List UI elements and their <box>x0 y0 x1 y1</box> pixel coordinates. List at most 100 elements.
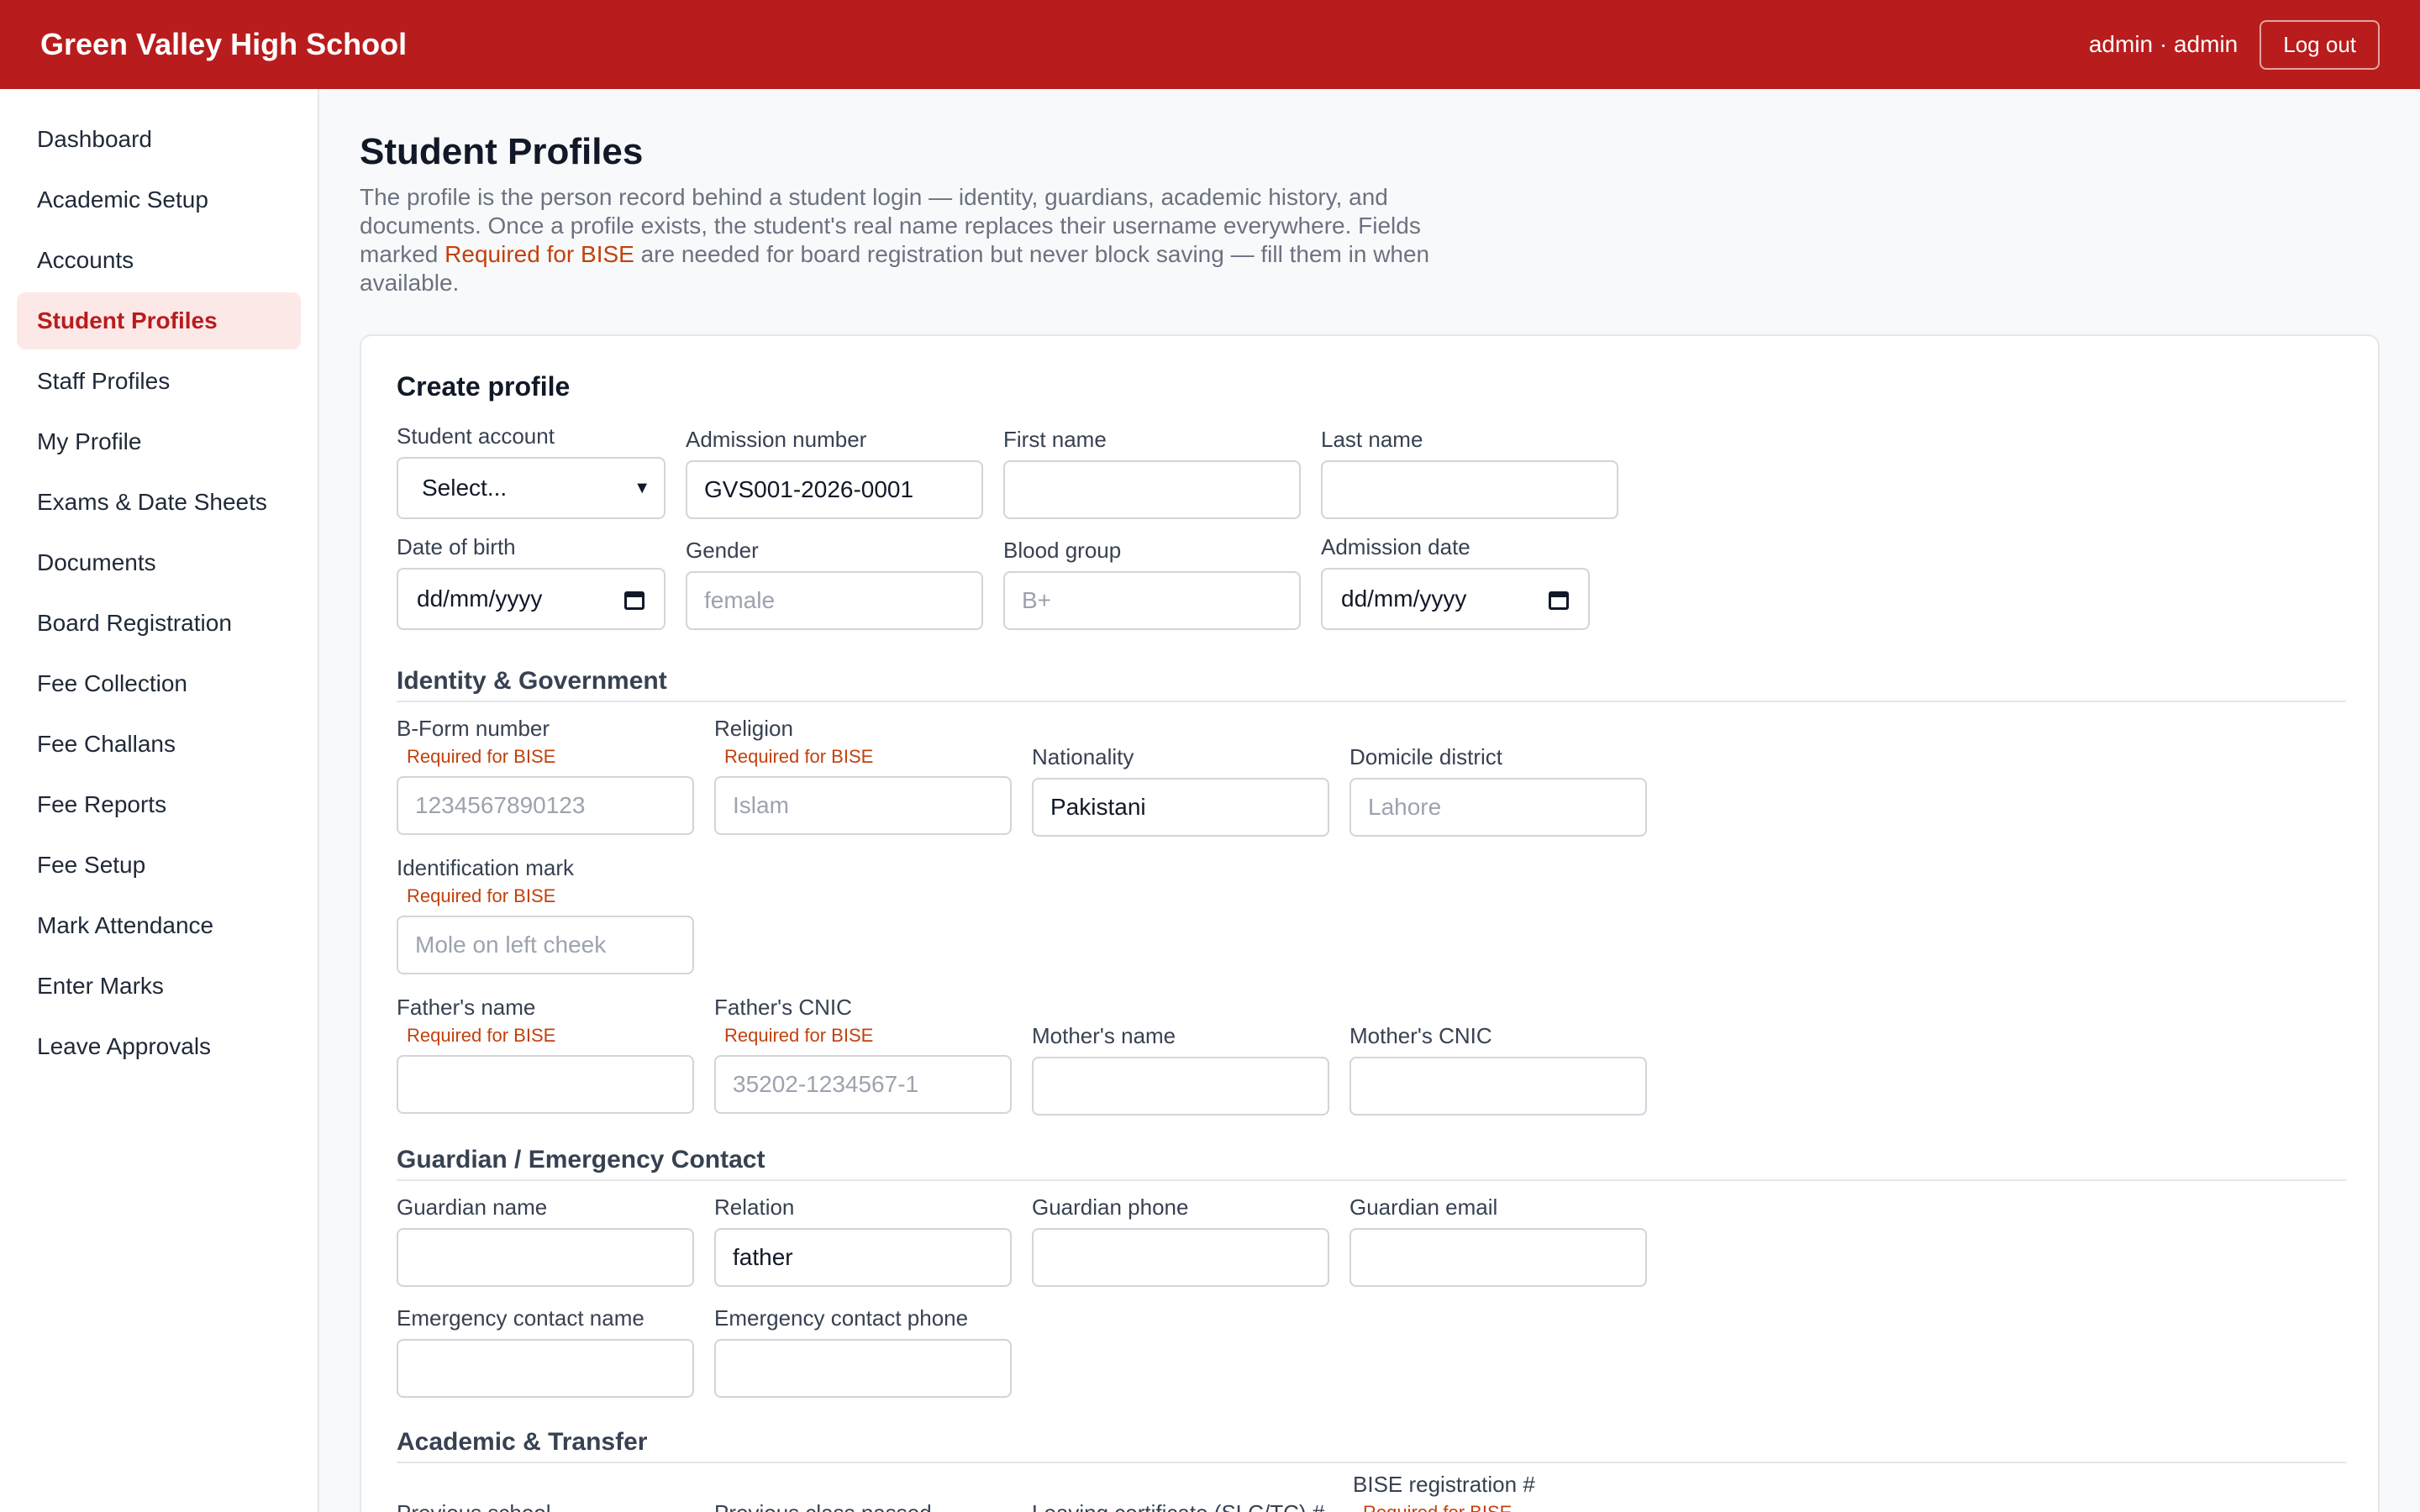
page-intro: The profile is the person record behind … <box>360 183 1444 297</box>
admission-date-input[interactable]: dd/mm/yyyy <box>1321 568 1590 630</box>
field-label: Previous class passed <box>714 1500 932 1512</box>
previous-school-field: Previous school <box>397 1500 551 1512</box>
calendar-icon[interactable] <box>623 588 645 610</box>
religion-input[interactable] <box>714 776 1012 835</box>
field-label: Admission number <box>686 427 867 452</box>
user-label: admin · admin <box>2088 31 2238 57</box>
sidebar-item-leave-approvals[interactable]: Leave Approvals <box>17 1018 301 1075</box>
sidebar-item-fee-reports[interactable]: Fee Reports <box>17 776 301 833</box>
section-academic-title: Academic & Transfer <box>397 1428 2346 1463</box>
field-label: Domicile district <box>1349 744 1503 769</box>
field-label: Date of birth <box>397 534 516 559</box>
user-area: admin · admin Log out <box>2088 19 2380 70</box>
emergency-name-input[interactable] <box>397 1339 694 1398</box>
sidebar-item-fee-challans[interactable]: Fee Challans <box>17 716 301 773</box>
sidebar-item-staff-profiles[interactable]: Staff Profiles <box>17 353 301 410</box>
guardian-name-input[interactable] <box>397 1228 694 1287</box>
intro-bise-highlight: Required for BISE <box>445 241 634 267</box>
field-label: Nationality <box>1032 744 1134 769</box>
dob-input[interactable]: dd/mm/yyyy <box>397 568 666 630</box>
father-cnic-input[interactable] <box>714 1055 1012 1114</box>
bise-required-badge: Required for BISE <box>407 885 556 906</box>
section-guardian-title: Guardian / Emergency Contact <box>397 1146 2346 1181</box>
identification-mark-input[interactable] <box>397 916 694 974</box>
blood-group-field: Blood group <box>1003 538 1301 630</box>
school-name: Green Valley High School <box>40 27 408 61</box>
sidebar-item-fee-setup[interactable]: Fee Setup <box>17 837 301 894</box>
top-bar: Green Valley High School admin · admin L… <box>0 0 2420 89</box>
field-label: Relation <box>714 1194 795 1220</box>
sidebar-item-fee-collection[interactable]: Fee Collection <box>17 655 301 712</box>
relation-input[interactable] <box>714 1228 1012 1287</box>
field-label: First name <box>1003 427 1107 452</box>
relation-field: Relation <box>714 1194 1012 1287</box>
sidebar-item-dashboard[interactable]: Dashboard <box>17 111 301 168</box>
mother-cnic-input[interactable] <box>1349 1057 1647 1116</box>
admission-number-field: Admission number <box>686 427 983 519</box>
guardian-name-field: Guardian name <box>397 1194 694 1287</box>
bise-required-badge: Required for BISE <box>407 746 556 767</box>
bform-input[interactable] <box>397 776 694 835</box>
field-label: Emergency contact phone <box>714 1305 969 1331</box>
select-value: Select... <box>422 475 508 501</box>
admission-number-input[interactable] <box>686 460 983 519</box>
field-label: Admission date <box>1321 534 1470 559</box>
guardian-phone-input[interactable] <box>1032 1228 1329 1287</box>
gender-input[interactable] <box>686 571 983 630</box>
religion-field: Religion Required for BISE <box>714 716 1012 835</box>
field-label: Blood group <box>1003 538 1122 563</box>
student-account-field: Student account Select... ▼ <box>397 423 666 519</box>
sidebar: Dashboard Academic Setup Accounts Studen… <box>0 89 319 1512</box>
chevron-down-icon: ▼ <box>634 478 650 497</box>
calendar-icon[interactable] <box>1548 588 1570 610</box>
last-name-field: Last name <box>1321 427 1618 519</box>
field-label: Previous school <box>397 1500 551 1512</box>
last-name-input[interactable] <box>1321 460 1618 519</box>
first-name-field: First name <box>1003 427 1301 519</box>
date-value: dd/mm/yyyy <box>417 585 543 612</box>
sidebar-item-exams-date-sheets[interactable]: Exams & Date Sheets <box>17 474 301 531</box>
field-label: Father's name <box>397 995 536 1020</box>
nationality-field: Nationality <box>1032 744 1329 837</box>
guardian-email-field: Guardian email <box>1349 1194 1647 1287</box>
field-label: Mother's name <box>1032 1023 1176 1048</box>
bise-registration-field: BISE registration # Required for BISE <box>1353 1472 1535 1512</box>
father-name-input[interactable] <box>397 1055 694 1114</box>
emergency-name-field: Emergency contact name <box>397 1305 694 1398</box>
field-label: Religion <box>714 716 793 741</box>
student-account-select[interactable]: Select... ▼ <box>397 457 666 519</box>
sidebar-item-enter-marks[interactable]: Enter Marks <box>17 958 301 1015</box>
domicile-field: Domicile district <box>1349 744 1647 837</box>
bise-required-badge: Required for BISE <box>724 746 874 767</box>
admission-date-field: Admission date dd/mm/yyyy <box>1321 534 1590 630</box>
sidebar-item-board-registration[interactable]: Board Registration <box>17 595 301 652</box>
field-label: Emergency contact name <box>397 1305 644 1331</box>
nationality-input[interactable] <box>1032 778 1329 837</box>
bise-required-badge: Required for BISE <box>724 1025 874 1046</box>
sidebar-item-academic-setup[interactable]: Academic Setup <box>17 171 301 228</box>
identification-mark-field: Identification mark Required for BISE <box>397 855 694 974</box>
previous-class-field: Previous class passed <box>714 1500 932 1512</box>
sidebar-item-my-profile[interactable]: My Profile <box>17 413 301 470</box>
blood-group-input[interactable] <box>1003 571 1301 630</box>
emergency-phone-input[interactable] <box>714 1339 1012 1398</box>
domicile-input[interactable] <box>1349 778 1647 837</box>
sidebar-item-accounts[interactable]: Accounts <box>17 232 301 289</box>
logout-button[interactable]: Log out <box>2260 19 2380 70</box>
create-profile-card: Create profile Student account Select...… <box>360 334 2380 1512</box>
sidebar-item-documents[interactable]: Documents <box>17 534 301 591</box>
sidebar-item-student-profiles[interactable]: Student Profiles <box>17 292 301 349</box>
emergency-phone-field: Emergency contact phone <box>714 1305 1012 1398</box>
first-name-input[interactable] <box>1003 460 1301 519</box>
field-label: Guardian name <box>397 1194 548 1220</box>
gender-field: Gender <box>686 538 983 630</box>
mother-name-input[interactable] <box>1032 1057 1329 1116</box>
guardian-email-input[interactable] <box>1349 1228 1647 1287</box>
main-content: Student Profiles The profile is the pers… <box>360 89 2380 1512</box>
date-value: dd/mm/yyyy <box>1341 585 1467 612</box>
dob-field: Date of birth dd/mm/yyyy <box>397 534 666 630</box>
sidebar-item-mark-attendance[interactable]: Mark Attendance <box>17 897 301 954</box>
bform-field: B-Form number Required for BISE <box>397 716 694 835</box>
field-label: Guardian phone <box>1032 1194 1189 1220</box>
leaving-certificate-field: Leaving certificate (SLC/TC) # <box>1032 1500 1324 1512</box>
